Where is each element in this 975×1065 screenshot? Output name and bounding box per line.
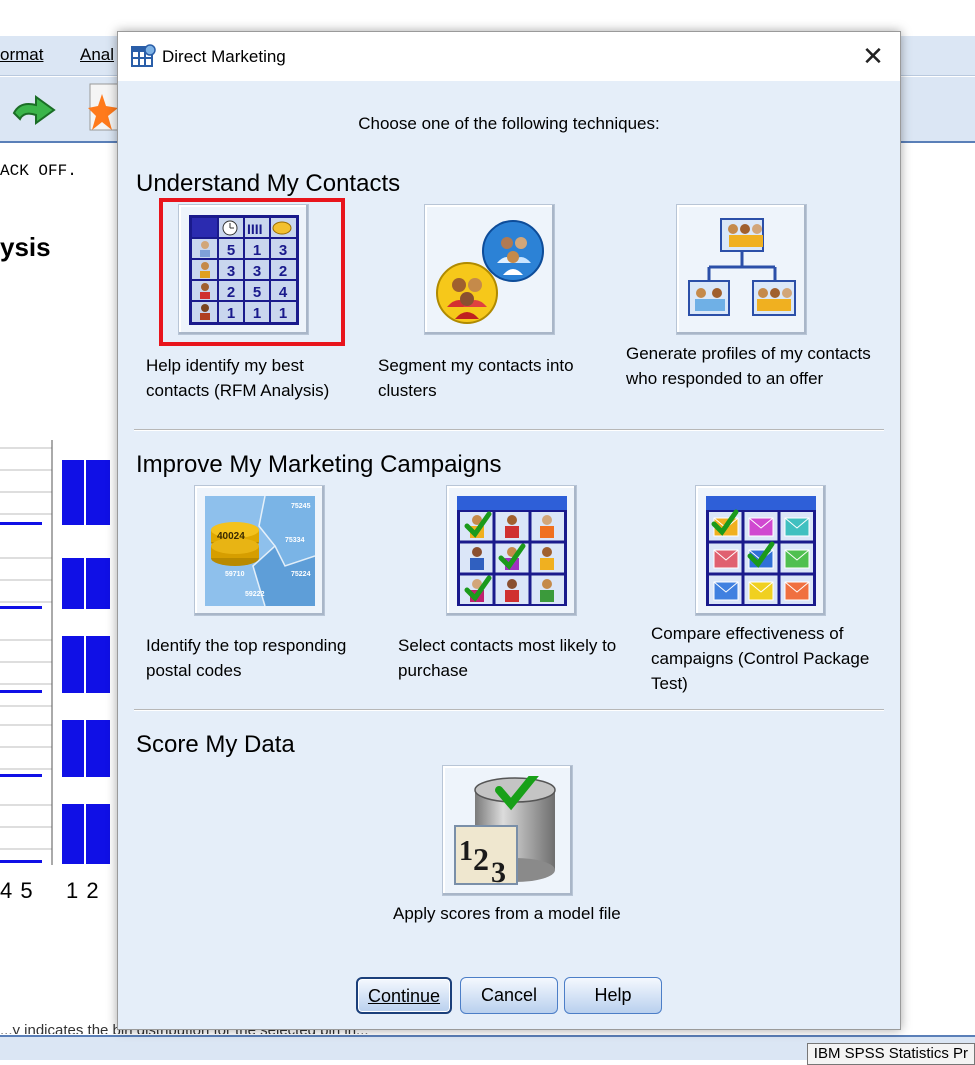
output-heading: ysis [0,232,51,262]
help-button[interactable]: Help [564,977,662,1014]
dialog-titlebar[interactable]: Direct Marketing ✕ [118,32,900,81]
segment-clusters-label[interactable]: Segment my contacts into clusters [378,353,618,403]
section-divider [134,709,884,711]
svg-text:3: 3 [491,856,506,886]
control-package-test-label[interactable]: Compare effectiveness of campaigns (Cont… [651,621,891,696]
rfm-analysis-label[interactable]: Help identify my best contacts (RFM Anal… [146,353,366,403]
apply-scores-tile[interactable]: 1 2 3 [442,765,573,896]
postal-code: 75245 [291,503,311,510]
score-database-icon: 1 2 3 [454,776,556,886]
postal-codes-map-icon: 75245 75334 59710 75224 59222 40024 [205,496,315,606]
postal-codes-tile[interactable]: 75245 75334 59710 75224 59222 40024 [194,485,325,616]
close-button[interactable]: ✕ [854,38,892,76]
svg-text:1: 1 [459,836,473,867]
chart-tool-icon[interactable] [88,82,118,132]
cancel-button[interactable]: Cancel [460,977,558,1014]
generate-profiles-label[interactable]: Generate profiles of my contacts who res… [626,341,886,391]
syntax-line: ACK OFF. [0,162,77,180]
axis-labels-left: 4 5 [0,878,34,903]
axis-labels-right: 1 2 [66,878,100,903]
section-title-understand: Understand My Contacts [136,170,401,197]
segment-clusters-tile[interactable] [424,204,555,335]
postal-code: 59222 [245,591,265,598]
svg-text:2: 2 [473,841,489,877]
background-chart [0,440,110,865]
select-contacts-label[interactable]: Select contacts most likely to purchase [398,633,648,683]
postal-code: 40024 [217,531,245,542]
generate-profiles-tile[interactable] [676,204,807,335]
postal-codes-label[interactable]: Identify the top responding postal codes [146,633,386,683]
section-divider [134,429,884,431]
apply-scores-label[interactable]: Apply scores from a model file [393,901,643,926]
section-title-score: Score My Data [136,731,295,758]
postal-code: 75334 [285,537,305,544]
dialog-title: Direct Marketing [162,47,286,66]
profiles-tree-icon [688,218,796,316]
section-title-improve: Improve My Marketing Campaigns [136,451,502,478]
contacts-grid-icon [457,496,567,606]
postal-code: 59710 [225,571,245,578]
clusters-icon [436,220,544,324]
menu-format[interactable]: ormat [0,45,43,65]
close-icon: ✕ [862,41,884,71]
status-text: IBM SPSS Statistics Pr [806,1043,975,1065]
control-package-test-tile[interactable] [695,485,826,616]
postal-code: 75224 [291,571,311,578]
status-bar: IBM SPSS Statistics Pr [0,1035,975,1065]
spss-app-icon [131,44,156,67]
envelopes-grid-icon [706,496,816,606]
direct-marketing-dialog: Direct Marketing ✕ Choose one of the fol… [117,31,901,1030]
continue-button[interactable]: Continue [356,977,452,1014]
continue-button-label: Continue [367,986,441,1006]
select-contacts-tile[interactable] [446,485,577,616]
menu-analyze[interactable]: Anal [80,45,114,65]
selection-highlight [159,198,345,346]
instruction-text: Choose one of the following techniques: [358,114,660,133]
redo-icon[interactable] [10,93,58,127]
